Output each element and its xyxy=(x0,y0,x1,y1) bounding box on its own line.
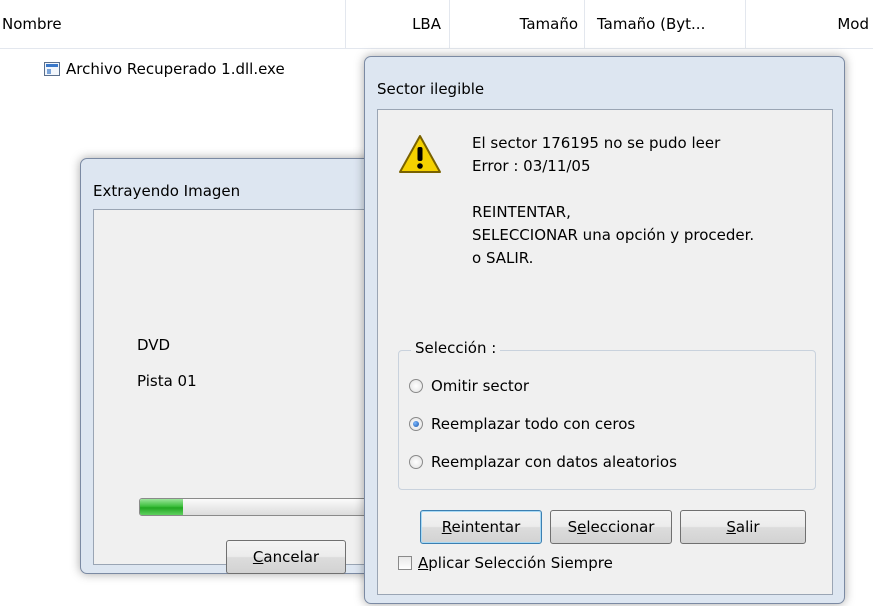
always-apply-checkbox[interactable] xyxy=(398,556,412,570)
column-header-tamano-bytes[interactable]: Tamaño (Byt... xyxy=(585,0,746,48)
error-message: El sector 176195 no se pudo leer Error :… xyxy=(472,132,754,270)
file-list-row[interactable]: Archivo Recuperado 1.dll.exe xyxy=(44,58,285,80)
radio-skip-sector[interactable] xyxy=(409,379,423,393)
window-title: Extrayendo Imagen xyxy=(93,182,241,200)
extraction-progress-bar xyxy=(139,498,379,516)
option-label: Reemplazar con datos aleatorios xyxy=(431,453,677,471)
option-replace-zeros[interactable]: Reemplazar todo con ceros xyxy=(409,415,635,433)
media-label: DVD xyxy=(137,336,171,354)
option-label: Omitir sector xyxy=(431,377,530,395)
message-line: Error : 03/11/05 xyxy=(472,157,591,175)
progress-fill xyxy=(140,499,183,515)
dialog-client-area: El sector 176195 no se pudo leer Error :… xyxy=(377,109,833,595)
column-header-lba[interactable]: LBA xyxy=(346,0,450,48)
radio-replace-random[interactable] xyxy=(409,455,423,469)
dialog-title: Sector ilegible xyxy=(377,80,485,98)
retry-button[interactable]: Reintentar xyxy=(420,510,542,544)
always-apply-option[interactable]: Aplicar Selección Siempre xyxy=(398,554,613,572)
extract-image-window: Extrayendo Imagen DVD Pista 01 Cancelar xyxy=(80,158,390,574)
message-line: REINTENTAR, xyxy=(472,203,571,221)
message-line: El sector 176195 no se pudo leer xyxy=(472,134,721,152)
column-header-tamano[interactable]: Tamaño xyxy=(450,0,585,48)
window-client-area: DVD Pista 01 Cancelar xyxy=(93,209,381,574)
selection-group-label: Selección : xyxy=(411,339,501,357)
always-apply-label: Aplicar Selección Siempre xyxy=(418,554,613,572)
message-line: o SALIR. xyxy=(472,249,534,267)
exit-button[interactable]: Salir xyxy=(680,510,806,544)
select-button[interactable]: Seleccionar xyxy=(550,510,672,544)
option-skip-sector[interactable]: Omitir sector xyxy=(409,377,529,395)
file-name: Archivo Recuperado 1.dll.exe xyxy=(66,60,285,78)
track-label: Pista 01 xyxy=(137,372,197,390)
option-label: Reemplazar todo con ceros xyxy=(431,415,636,433)
option-replace-random[interactable]: Reemplazar con datos aleatorios xyxy=(409,453,677,471)
warning-icon xyxy=(399,135,441,173)
selection-group: Selección : Omitir sector Reemplazar tod… xyxy=(398,339,816,490)
cancel-button[interactable]: Cancelar xyxy=(226,540,346,574)
radio-replace-zeros[interactable] xyxy=(409,417,423,431)
unreadable-sector-dialog: Sector ilegible El sector 176195 no se p… xyxy=(364,56,845,604)
exe-file-icon xyxy=(44,62,60,76)
column-header-nombre[interactable]: Nombre xyxy=(0,0,346,48)
file-list-header: Nombre LBA Tamaño Tamaño (Byt... Mod xyxy=(0,0,873,49)
column-header-mod[interactable]: Mod xyxy=(746,0,873,48)
message-line: SELECCIONAR una opción y proceder. xyxy=(472,226,755,244)
